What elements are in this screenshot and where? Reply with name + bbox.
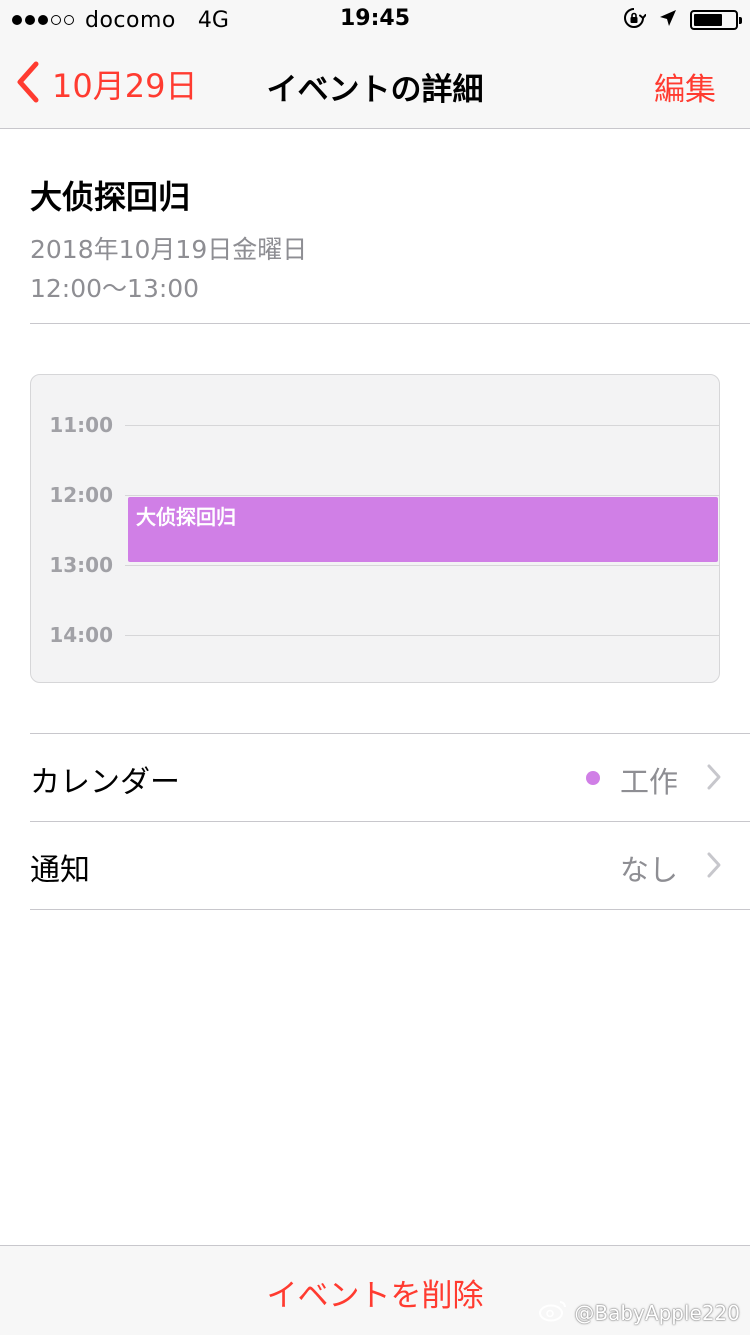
divider xyxy=(30,323,750,324)
hour-label: 12:00 xyxy=(49,483,113,507)
hour-line xyxy=(125,495,719,496)
chevron-right-icon xyxy=(706,851,722,883)
event-title: 大侦探回归 xyxy=(30,178,191,216)
hour-label: 11:00 xyxy=(49,413,113,437)
timeline-event-block[interactable]: 大侦探回归 xyxy=(128,497,718,562)
divider xyxy=(30,909,750,910)
battery-level xyxy=(694,14,722,26)
hour-line xyxy=(125,565,719,566)
divider xyxy=(30,733,750,734)
page-title: イベントの詳細 xyxy=(266,72,484,108)
day-timeline[interactable]: 11:00 12:00 13:00 14:00 大侦探回归 xyxy=(30,374,720,683)
chevron-right-icon xyxy=(706,763,722,795)
edit-button[interactable]: 編集 xyxy=(654,64,716,109)
hour-label: 13:00 xyxy=(49,553,113,577)
event-time: 12:00〜13:00 xyxy=(30,274,200,303)
timeline-event-label: 大侦探回归 xyxy=(136,505,236,529)
calendar-row-value: 工作 xyxy=(619,765,678,799)
status-bar: docomo 4G 19:45 xyxy=(0,0,750,40)
alert-row-value: なし xyxy=(619,853,678,887)
calendar-row-label: カレンダー xyxy=(30,765,180,800)
calendar-row[interactable]: カレンダー 工作 xyxy=(30,735,750,821)
weibo-icon xyxy=(538,1298,568,1327)
status-icons xyxy=(622,6,742,34)
divider xyxy=(30,821,750,822)
orientation-lock-icon xyxy=(622,6,647,34)
event-date: 2018年10月19日金曜日 xyxy=(30,235,308,264)
hour-label: 14:00 xyxy=(49,623,113,647)
calendar-color-dot xyxy=(586,771,600,785)
battery-icon xyxy=(690,10,742,30)
location-arrow-icon xyxy=(658,8,678,32)
hour-line xyxy=(125,425,719,426)
alert-row[interactable]: 通知 なし xyxy=(30,823,750,909)
navigation-bar: 10月29日 イベントの詳細 編集 xyxy=(0,40,750,129)
watermark: @BabyApple220 xyxy=(538,1298,740,1327)
watermark-text: @BabyApple220 xyxy=(574,1300,740,1325)
battery-tip xyxy=(739,17,742,24)
alert-row-label: 通知 xyxy=(30,853,90,888)
hour-line xyxy=(125,635,719,636)
